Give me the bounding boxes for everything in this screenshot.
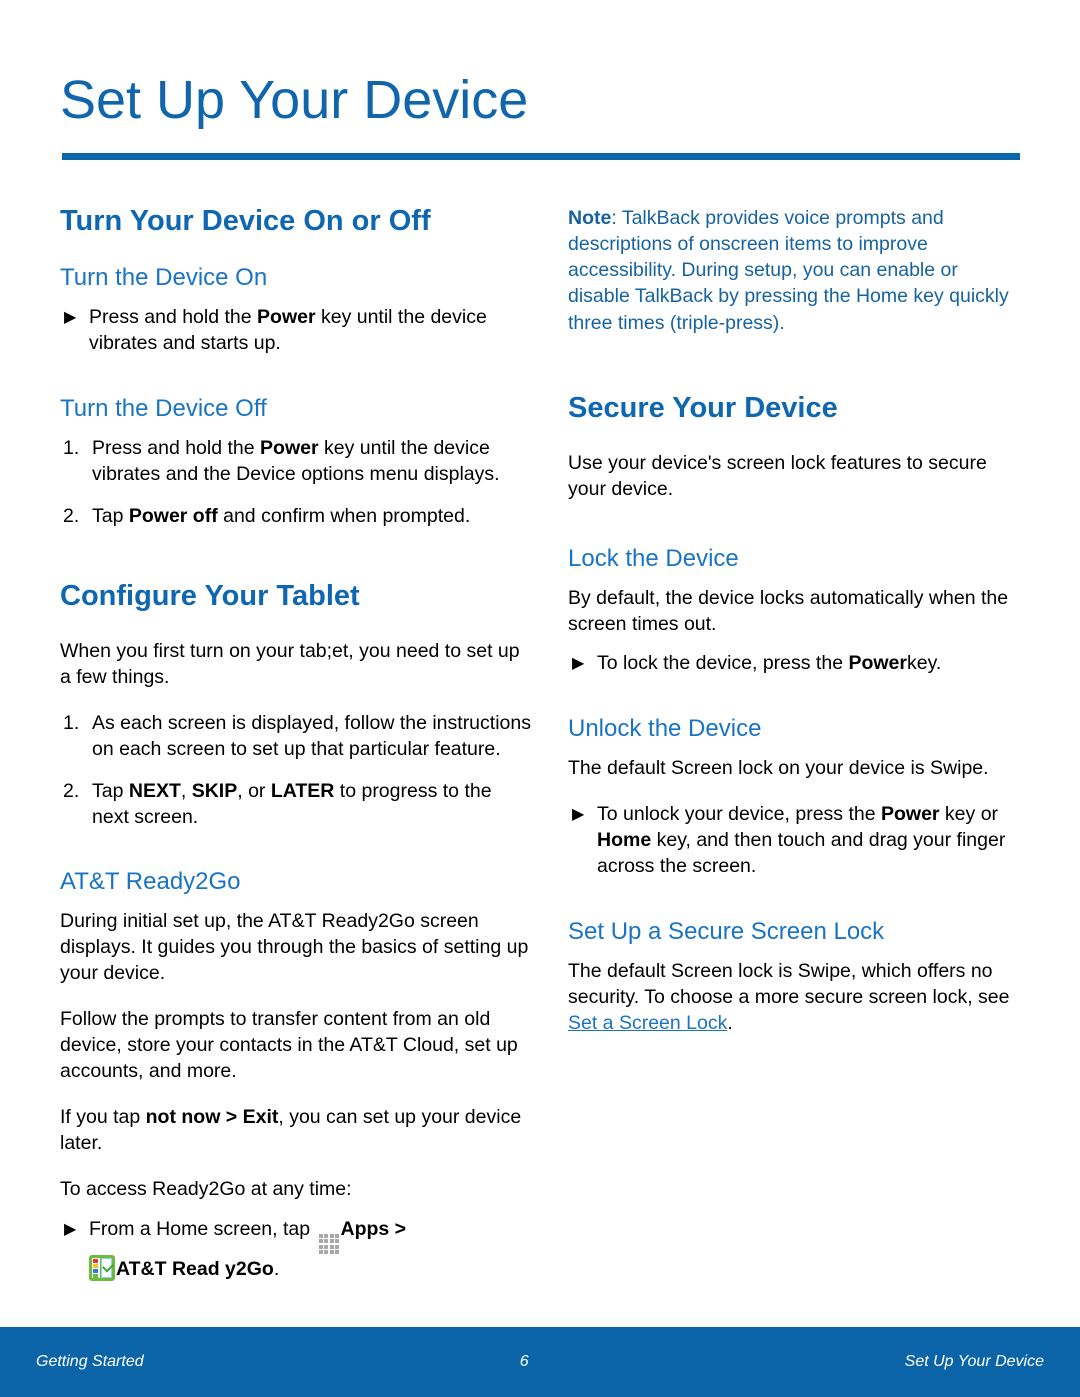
step-text-lead: Tap [92, 779, 129, 802]
subheading-set-up-secure-screen-lock: Set Up a Secure Screen Lock [568, 917, 885, 945]
numbered-item: 2. Tap Power off and confirm when prompt… [60, 504, 532, 530]
list-number: 2. [63, 779, 80, 802]
bullet-item: ▶ Press and hold the Power key until the… [60, 305, 532, 357]
list-number: 1. [63, 436, 80, 459]
bullet-triangle-icon: ▶ [64, 1220, 77, 1238]
footer-inner: Getting Started 6 Set Up Your Device [36, 1327, 1044, 1397]
page-footer: Getting Started 6 Set Up Your Device [0, 1327, 1080, 1397]
note-label: Note [568, 207, 612, 229]
bullet-text-tail: key. [907, 652, 942, 675]
secure-screen-lock-paragraph: The default Screen lock is Swipe, which … [568, 959, 1023, 1037]
section-heading-secure-your-device: Secure Your Device [568, 391, 838, 424]
step-text-tail: and confirm when prompted. [217, 504, 471, 527]
ready2go-access-intro: To access Ready2Go at any time: [60, 1177, 352, 1200]
ready2go-paragraph-2: Follow the prompts to transfer content f… [60, 1007, 518, 1082]
step-text: As each screen is displayed, follow the … [92, 711, 531, 760]
title-divider-rule [62, 153, 1020, 160]
path-tail-text: . [273, 1257, 280, 1280]
footer-page-number: 6 [519, 1353, 529, 1370]
bullet-text-bold: Power [848, 652, 907, 675]
bullet-text-bold-home: Home [597, 829, 652, 852]
bullet-text-bold: Power [257, 306, 316, 329]
step-text-bold-later: LATER [270, 779, 335, 802]
step-text-bold-next: NEXT [128, 779, 181, 802]
numbered-item: 2. Tap NEXT, SKIP, or LATER to progress … [60, 779, 532, 831]
bullet-item-ready2go-path: ▶ From a Home screen, tap Apps > AT&T Rea… [60, 1217, 532, 1283]
page-title: Set Up Your Device [60, 70, 529, 130]
subheading-turn-the-device-on: Turn the Device On [60, 264, 268, 292]
step-text-lead: Press and hold the [92, 436, 261, 459]
note-talkback: Note: TalkBack provides voice prompts an… [568, 205, 1023, 336]
footer-chapter-label: Getting Started [36, 1353, 144, 1370]
document-page: Set Up Your Device Turn Your Device On o… [0, 0, 1080, 1397]
right-column: Note: TalkBack provides voice prompts an… [568, 205, 1023, 1056]
step-text-mid: , or [237, 779, 271, 802]
subheading-unlock-the-device: Unlock the Device [568, 715, 762, 743]
bullet-item: ▶ To unlock your device, press the Power… [568, 802, 1023, 880]
step-text-mid: , [180, 779, 192, 802]
note-separator: : [611, 207, 622, 229]
configure-intro-paragraph: When you first turn on your tab;et, you … [60, 639, 520, 688]
note-text: TalkBack provides voice prompts and desc… [568, 207, 1009, 334]
step-text-lead: Tap [92, 504, 129, 527]
subheading-att-ready2go: AT&T Ready2Go [60, 868, 241, 896]
ready2go-app-label: AT&T Read y2Go [116, 1257, 274, 1280]
lock-device-paragraph: By default, the device locks automatical… [568, 586, 1009, 635]
footer-section-label: Set Up Your Device [904, 1353, 1044, 1370]
apps-label: Apps > [340, 1217, 407, 1240]
secure-intro-paragraph: Use your device's screen lock features t… [568, 451, 987, 500]
bullet-triangle-icon: ▶ [572, 806, 585, 824]
unlock-device-paragraph: The default Screen lock on your device i… [568, 757, 989, 780]
list-number: 2. [63, 504, 80, 527]
step-text-bold: Power [260, 436, 319, 459]
list-number: 1. [63, 711, 80, 734]
step-text-bold: Power off [128, 504, 218, 527]
bullet-item: ▶ To lock the device, press the Powerkey… [568, 651, 1023, 677]
bullet-text-lead: Press and hold the [89, 306, 258, 329]
step-text-bold-skip: SKIP [191, 779, 238, 802]
para3-bold: not now > Exit [145, 1105, 279, 1128]
link-set-a-screen-lock[interactable]: Set a Screen Lock [568, 1012, 727, 1034]
subheading-lock-the-device: Lock the Device [568, 544, 739, 572]
bullet-text-bold-power: Power [880, 803, 940, 826]
section-heading-turn-device-on-off: Turn Your Device On or Off [60, 205, 431, 237]
bullet-text-lead: To lock the device, press the [597, 652, 849, 675]
secure-lock-lead: The default Screen lock is Swipe, which … [568, 959, 1010, 1008]
left-column: Turn Your Device On or Off Turn the Devi… [60, 205, 532, 1298]
section-heading-configure-your-tablet: Configure Your Tablet [60, 579, 360, 612]
ready2go-paragraph-1: During initial set up, the AT&T Ready2Go… [60, 910, 529, 985]
bullet-text-tail: key, and then touch and drag your finger… [597, 829, 1006, 877]
numbered-item: 1. Press and hold the Power key until th… [60, 436, 532, 488]
numbered-item: 1. As each screen is displayed, follow t… [60, 711, 532, 763]
ready2go-paragraph-3: If you tap not now > Exit, you can set u… [60, 1105, 532, 1157]
bullet-triangle-icon: ▶ [572, 655, 585, 673]
path-lead-text: From a Home screen, tap [89, 1217, 316, 1240]
att-ready2go-icon [89, 1254, 115, 1281]
bullet-text-mid: key or [939, 803, 999, 826]
bullet-text-lead: To unlock your device, press the [597, 803, 881, 826]
subheading-turn-the-device-off: Turn the Device Off [60, 394, 267, 422]
para3-lead: If you tap [60, 1105, 146, 1128]
bullet-triangle-icon: ▶ [64, 309, 77, 327]
apps-grid-icon [318, 1233, 340, 1255]
secure-lock-tail: . [727, 1011, 733, 1034]
